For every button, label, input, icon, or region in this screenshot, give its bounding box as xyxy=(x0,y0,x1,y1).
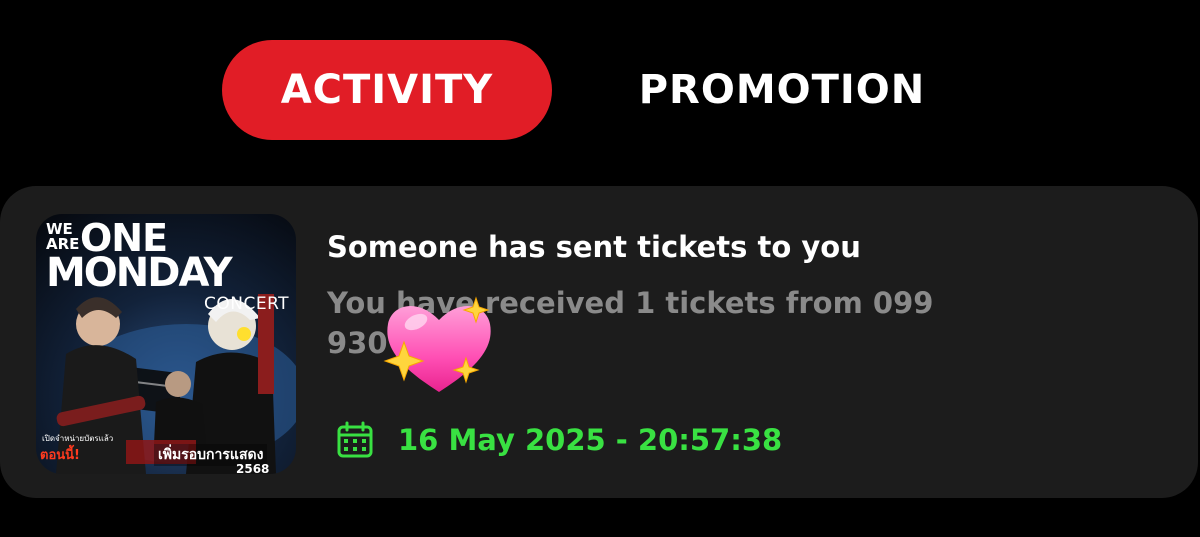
calendar-icon xyxy=(337,421,373,458)
sparkling-heart-icon xyxy=(383,296,491,392)
tab-activity-label: ACTIVITY xyxy=(280,67,494,113)
poster-title: WE ARE ONE MONDAY CONCERT xyxy=(46,216,290,314)
poster-cta: ตอนนี้! xyxy=(40,448,80,463)
tab-activity[interactable]: ACTIVITY xyxy=(222,40,552,140)
tab-promotion[interactable]: PROMOTION xyxy=(612,40,952,140)
notification-title: Someone has sent tickets to you xyxy=(327,230,861,264)
notification-card[interactable]: WE ARE ONE MONDAY CONCERT เปิดจำหน่ายบัต… xyxy=(0,186,1198,498)
notification-date-row: 16 May 2025 - 20:57:38 xyxy=(336,420,782,460)
notification-datetime: 16 May 2025 - 20:57:38 xyxy=(398,423,783,457)
tab-promotion-label: PROMOTION xyxy=(638,67,926,113)
poster-year: 2568 xyxy=(236,462,270,474)
concert-poster-thumbnail: WE ARE ONE MONDAY CONCERT เปิดจำหน่ายบัต… xyxy=(36,214,296,474)
